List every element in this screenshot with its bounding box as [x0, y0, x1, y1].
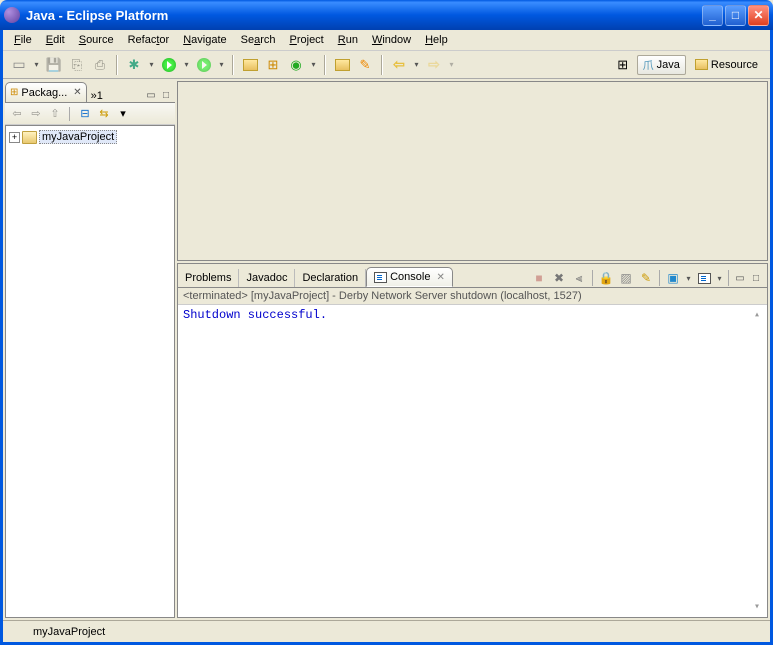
package-explorer-toolbar: ⇦ ⇨ ⇧ ⊟ ⇆ ▾: [5, 103, 175, 125]
new-package-button[interactable]: ⊞: [263, 55, 283, 75]
forward-button[interactable]: ⇨: [424, 55, 444, 75]
display-console-dropdown[interactable]: ▾: [684, 274, 693, 283]
open-console-button[interactable]: [695, 269, 713, 287]
back-button[interactable]: ⇦: [389, 55, 409, 75]
menu-file[interactable]: File: [7, 32, 39, 48]
forward-nav-button[interactable]: ⇨: [28, 106, 44, 122]
status-project: myJavaProject: [23, 624, 115, 640]
tab-javadoc[interactable]: Javadoc: [239, 269, 295, 287]
menu-edit[interactable]: Edit: [39, 32, 72, 48]
eclipse-icon: [4, 7, 20, 23]
package-explorer-label: Packag...: [21, 87, 67, 99]
collapse-all-button[interactable]: ⊟: [77, 106, 93, 122]
open-console-dropdown[interactable]: ▾: [715, 274, 724, 283]
menu-window[interactable]: Window: [365, 32, 418, 48]
save-button[interactable]: 💾: [44, 55, 64, 75]
open-perspective-button[interactable]: ⊞: [612, 55, 634, 75]
tab-problems[interactable]: Problems: [178, 269, 239, 287]
terminate-button[interactable]: ■: [530, 269, 548, 287]
expand-icon[interactable]: +: [9, 132, 20, 143]
back-dropdown[interactable]: ▾: [412, 60, 421, 69]
perspective-resource[interactable]: Resource: [689, 55, 764, 75]
minimize-button[interactable]: _: [702, 5, 723, 26]
close-tab-icon[interactable]: ✕: [73, 87, 81, 98]
tab-overflow[interactable]: »1: [87, 90, 107, 102]
menu-project[interactable]: Project: [283, 32, 331, 48]
menu-run[interactable]: Run: [331, 32, 365, 48]
minimize-view-button[interactable]: ▭: [144, 88, 158, 102]
console-icon: [374, 272, 387, 283]
statusbar: myJavaProject: [3, 620, 770, 642]
scroll-down-icon[interactable]: ▾: [749, 599, 765, 615]
run-last-dropdown[interactable]: ▾: [217, 60, 226, 69]
remove-launch-button[interactable]: ✖: [550, 269, 568, 287]
run-button[interactable]: [159, 55, 179, 75]
run-dropdown[interactable]: ▾: [182, 60, 191, 69]
tree-item-project[interactable]: + myJavaProject: [9, 129, 171, 145]
close-console-icon[interactable]: ✕: [436, 272, 444, 283]
link-editor-button[interactable]: ⇆: [96, 106, 112, 122]
left-pane: ⊞ Packag... ✕ »1 ▭ □ ⇦ ⇨ ⇧ ⊟ ⇆ ▾ + myJav…: [5, 81, 175, 618]
project-label[interactable]: myJavaProject: [39, 130, 117, 144]
tab-console[interactable]: Console ✕: [366, 267, 453, 287]
debug-button[interactable]: ✱: [124, 55, 144, 75]
remove-all-button[interactable]: ⫷: [570, 269, 588, 287]
new-class-dropdown[interactable]: ▾: [309, 60, 318, 69]
new-button[interactable]: ▭: [9, 55, 29, 75]
save-all-button[interactable]: ⎘: [67, 55, 87, 75]
close-button[interactable]: ✕: [748, 5, 769, 26]
main-toolbar: ▭ ▾ 💾 ⎘ ⎙ ✱ ▾ ▾ ▾ ⊞ ◉ ▾ ✎ ⇦ ▾ ⇨ ▾ ⊞ 爪Jav…: [3, 51, 770, 79]
scroll-up-icon[interactable]: ▴: [749, 307, 765, 323]
maximize-bottom-button[interactable]: □: [749, 271, 763, 285]
folder-icon: [22, 131, 37, 144]
console-description: <terminated> [myJavaProject] - Derby Net…: [178, 288, 767, 305]
menu-help[interactable]: Help: [418, 32, 455, 48]
perspective-java[interactable]: 爪Java: [637, 55, 686, 75]
menu-refactor[interactable]: Refactor: [121, 32, 177, 48]
bottom-view-stack: Problems Javadoc Declaration Console ✕ ■…: [177, 263, 768, 618]
open-type-button[interactable]: [332, 55, 352, 75]
print-button[interactable]: ⎙: [90, 55, 110, 75]
forward-dropdown[interactable]: ▾: [447, 60, 456, 69]
menu-navigate[interactable]: Navigate: [176, 32, 233, 48]
menu-source[interactable]: Source: [72, 32, 121, 48]
scroll-lock-button[interactable]: 🔒: [597, 269, 615, 287]
display-console-button[interactable]: ▣: [664, 269, 682, 287]
editor-area[interactable]: [177, 81, 768, 261]
window-title: Java - Eclipse Platform: [26, 8, 702, 23]
console-text: Shutdown successful.: [183, 308, 327, 322]
titlebar: Java - Eclipse Platform _ □ ✕: [0, 0, 773, 30]
console-tab-label: Console: [390, 271, 430, 283]
debug-dropdown[interactable]: ▾: [147, 60, 156, 69]
run-last-button[interactable]: [194, 55, 214, 75]
menu-search[interactable]: Search: [234, 32, 283, 48]
menubar: File Edit Source Refactor Navigate Searc…: [3, 30, 770, 51]
maximize-view-button[interactable]: □: [159, 88, 173, 102]
back-nav-button[interactable]: ⇦: [9, 106, 25, 122]
search-button[interactable]: ✎: [355, 55, 375, 75]
view-menu-button[interactable]: ▾: [115, 106, 131, 122]
minimize-bottom-button[interactable]: ▭: [733, 271, 747, 285]
pin-console-button[interactable]: ✎: [637, 269, 655, 287]
new-dropdown[interactable]: ▾: [32, 60, 41, 69]
up-nav-button[interactable]: ⇧: [47, 106, 63, 122]
tab-declaration[interactable]: Declaration: [295, 269, 366, 287]
clear-console-button[interactable]: ▨: [617, 269, 635, 287]
maximize-button[interactable]: □: [725, 5, 746, 26]
new-project-button[interactable]: [240, 55, 260, 75]
new-class-button[interactable]: ◉: [286, 55, 306, 75]
package-explorer-tree[interactable]: + myJavaProject: [5, 125, 175, 618]
package-explorer-tab[interactable]: ⊞ Packag... ✕: [5, 82, 87, 102]
console-output[interactable]: Shutdown successful. ▴ ▾: [178, 305, 767, 617]
